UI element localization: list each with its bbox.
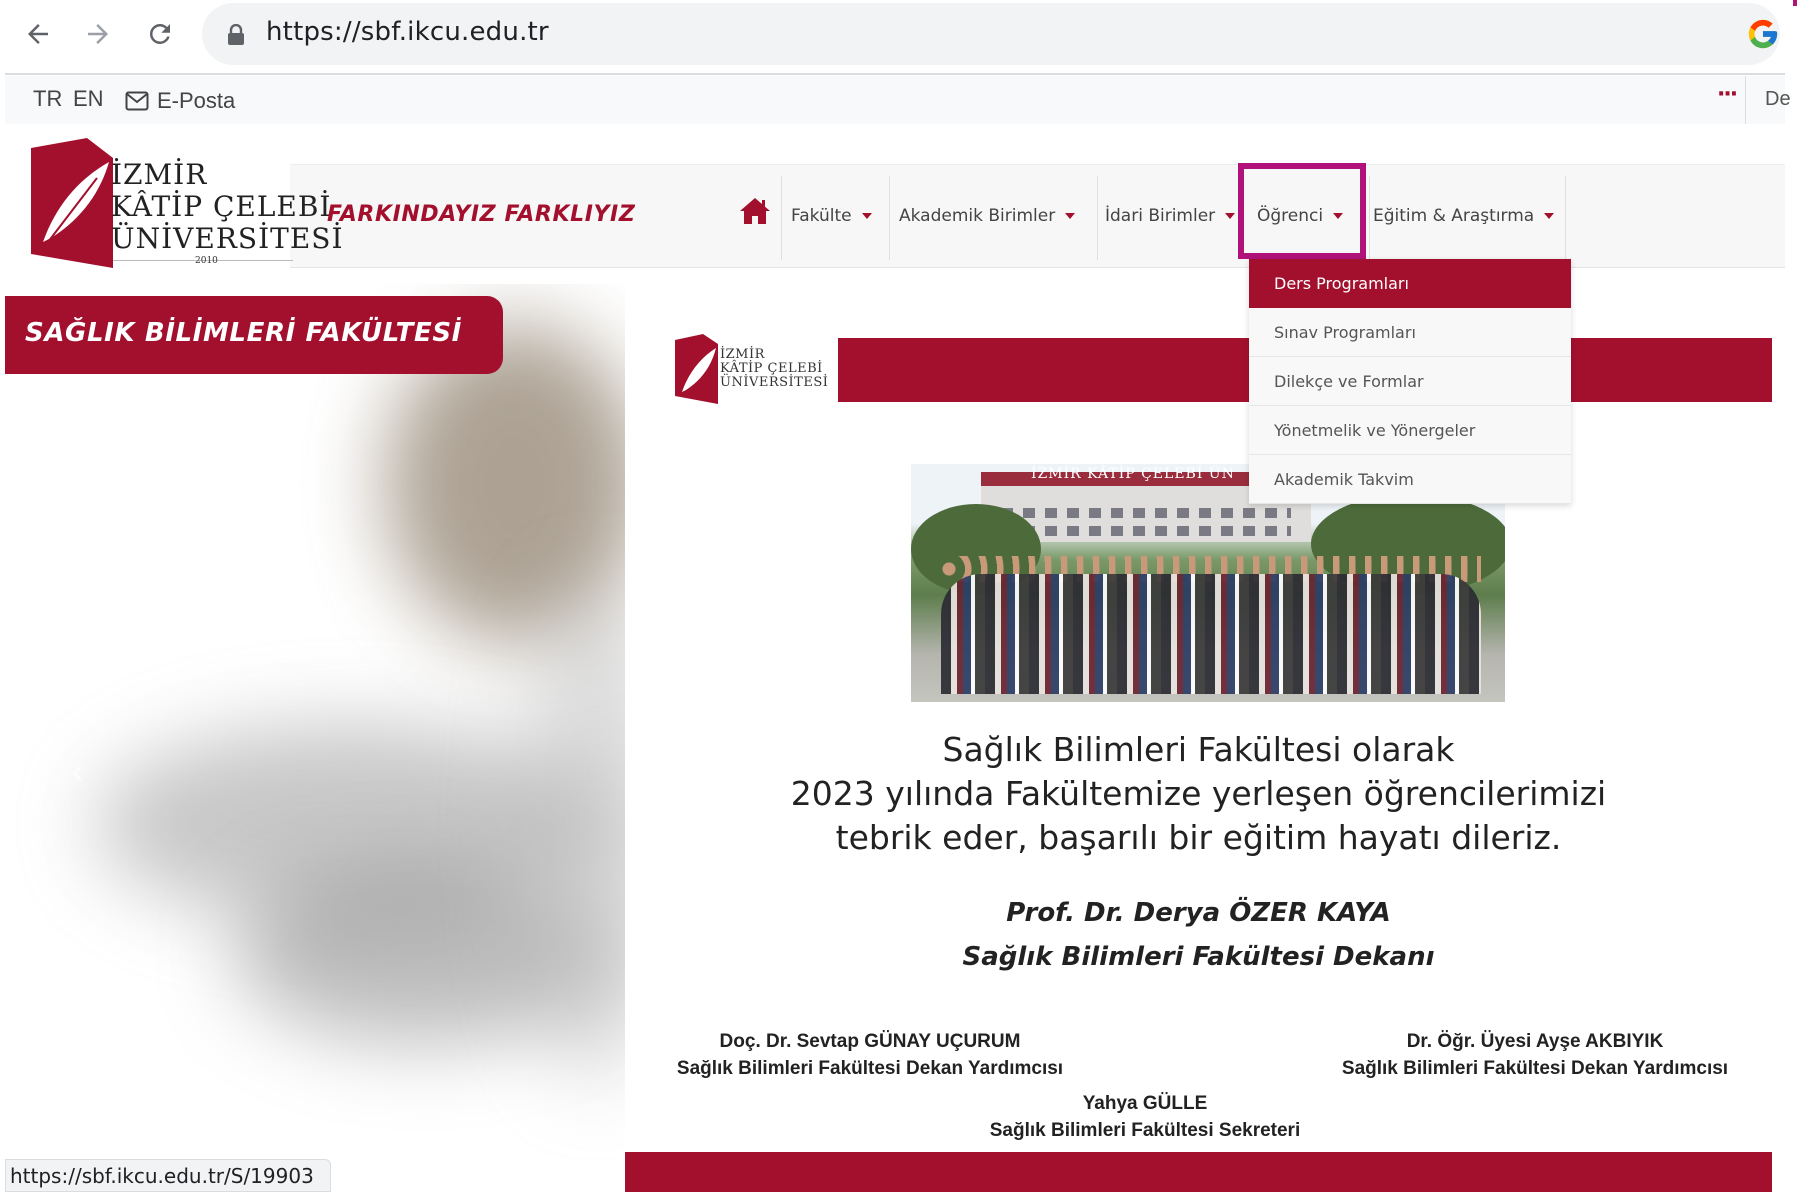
dropdown-item-sinav-programlari[interactable]: Sınav Programları	[1249, 308, 1571, 357]
photo-windows	[1001, 508, 1291, 518]
nav-item-label: İdari Birimler	[1105, 206, 1216, 226]
home-icon[interactable]	[739, 196, 771, 226]
highlight-corner	[1793, 0, 1797, 6]
google-icon[interactable]	[1746, 17, 1780, 51]
photo-building-sign: İZMİR KÂTİP ÇELEBİ ÜN	[1031, 466, 1235, 482]
email-label: E-Posta	[157, 88, 236, 113]
faculty-badge: SAĞLIK BİLİMLERİ FAKÜLTESİ	[5, 296, 503, 374]
nav-item-egitim-arastirma[interactable]: Eğitim & Araştırma	[1373, 206, 1555, 226]
slider-background	[5, 284, 625, 1192]
nav-item-idari-birimler[interactable]: İdari Birimler	[1105, 206, 1236, 226]
url-text: https://sbf.ikcu.edu.tr	[266, 17, 549, 47]
nav-item-akademik-birimler[interactable]: Akademik Birimler	[899, 206, 1076, 226]
signature-name: Doç. Dr. Sevtap GÜNAY UÇURUM	[719, 1031, 1021, 1052]
card-logo-line-2: KÂTİP ÇELEBİ	[720, 361, 823, 376]
caret-down-icon	[1225, 213, 1236, 219]
nav-item-label: Akademik Birimler	[899, 206, 1056, 226]
card-logo-line-1: İZMİR	[720, 347, 765, 362]
signature-secretary: Yahya GÜLLE Sağlık Bilimleri Fakültesi S…	[980, 1090, 1310, 1144]
caret-down-icon	[1065, 213, 1076, 219]
dropdown-item-yonetmelik[interactable]: Yönetmelik ve Yönergeler	[1249, 406, 1571, 455]
nav-separator	[781, 176, 782, 260]
dropdown-item-akademik-takvim[interactable]: Akademik Takvim	[1249, 455, 1571, 504]
logo-year: 2010	[195, 256, 218, 266]
message-line-1: Sağlık Bilimleri Fakültesi olarak	[942, 730, 1455, 769]
photo-crowd	[941, 574, 1481, 694]
more-menu-button[interactable]: ···	[1717, 82, 1738, 107]
lang-en-link[interactable]: EN	[73, 86, 104, 112]
forward-button[interactable]	[78, 14, 118, 54]
topbar-truncated-link[interactable]: De	[1765, 88, 1791, 111]
signature-name: Dr. Öğr. Üyesi Ayşe AKBIYIK	[1406, 1031, 1664, 1052]
announcement-card[interactable]: İZMİR KÂTİP ÇELEBİ ÜNİVERSİTESİ İZMİR KÂ…	[625, 284, 1772, 1192]
nav-item-label: Fakülte	[791, 206, 852, 226]
congratulation-message: Sağlık Bilimleri Fakültesi olarak 2023 y…	[625, 728, 1772, 860]
dean-title: Sağlık Bilimleri Fakültesi Dekanı	[962, 942, 1435, 972]
address-bar[interactable]: https://sbf.ikcu.edu.tr	[202, 3, 1780, 65]
signature-vice-dean-1: Doç. Dr. Sevtap GÜNAY UÇURUM Sağlık Bili…	[670, 1028, 1070, 1082]
message-line-2: 2023 yılında Fakültemize yerleşen öğrenc…	[790, 774, 1607, 813]
reload-icon	[149, 23, 170, 44]
slogan: FARKINDAYIZ FARKLIYIZ	[327, 202, 636, 227]
logo-wordmark: İZMİR KÂTİP ÇELEBİ ÜNİVERSİTESİ	[111, 159, 344, 255]
ogrenci-dropdown-menu: Ders Programları Sınav Programları Dilek…	[1249, 259, 1571, 504]
caret-down-icon	[1544, 213, 1555, 219]
message-line-3: tebrik eder, başarılı bir eğitim hayatı …	[835, 818, 1562, 857]
lock-icon	[228, 24, 244, 45]
card-logo-line-3: ÜNİVERSİTESİ	[720, 375, 829, 390]
lang-tr-link[interactable]: TR	[33, 86, 62, 112]
dropdown-item-ders-programlari[interactable]: Ders Programları	[1249, 259, 1571, 308]
nav-separator	[1565, 176, 1566, 260]
arrow-right-icon	[88, 24, 108, 44]
annotation-highlight	[1238, 163, 1366, 259]
card-bottom-bar	[625, 1152, 1772, 1192]
signature-title: Sağlık Bilimleri Fakültesi Sekreteri	[989, 1120, 1301, 1141]
dean-name: Prof. Dr. Derya ÖZER KAYA	[1006, 898, 1391, 928]
reload-button[interactable]	[140, 14, 180, 54]
back-button[interactable]	[18, 14, 58, 54]
faculty-badge-text: SAĞLIK BİLİMLERİ FAKÜLTESİ	[25, 318, 462, 348]
email-link[interactable]: E-Posta	[125, 88, 235, 114]
nav-item-fakulte[interactable]: Fakülte	[791, 206, 872, 226]
logo-line-2: KÂTİP ÇELEBİ	[111, 190, 332, 223]
toolbar-divider	[5, 73, 1785, 75]
nav-separator	[889, 176, 890, 260]
signature-name: Yahya GÜLLE	[1082, 1093, 1208, 1114]
envelope-icon	[125, 91, 149, 111]
nav-item-label: Eğitim & Araştırma	[1373, 206, 1535, 226]
caret-down-icon	[861, 213, 872, 219]
logo-line-1: İZMİR	[111, 158, 208, 191]
card-logo-wordmark: İZMİR KÂTİP ÇELEBİ ÜNİVERSİTESİ	[720, 348, 828, 390]
topbar-separator	[1745, 76, 1746, 124]
slider-prev-icon[interactable]: ‹	[70, 752, 84, 793]
browser-toolbar: https://sbf.ikcu.edu.tr	[0, 0, 1797, 72]
link-status-bubble: https://sbf.ikcu.edu.tr/S/19903	[5, 1159, 331, 1192]
utility-bar: TR EN E-Posta ··· De	[5, 76, 1791, 124]
signature-title: Sağlık Bilimleri Fakültesi Dekan Yardımc…	[676, 1058, 1064, 1079]
arrow-left-icon	[28, 24, 48, 44]
signature-vice-dean-2: Dr. Öğr. Üyesi Ayşe AKBIYIK Sağlık Bilim…	[1330, 1028, 1740, 1082]
dropdown-item-dilekce-formlar[interactable]: Dilekçe ve Formlar	[1249, 357, 1571, 406]
photo-windows	[1001, 526, 1291, 536]
signature-title: Sağlık Bilimleri Fakültesi Dekan Yardımc…	[1341, 1058, 1729, 1079]
logo-line-3: ÜNİVERSİTESİ	[111, 222, 344, 255]
nav-separator	[1097, 176, 1098, 260]
nav-separator	[1369, 176, 1370, 260]
